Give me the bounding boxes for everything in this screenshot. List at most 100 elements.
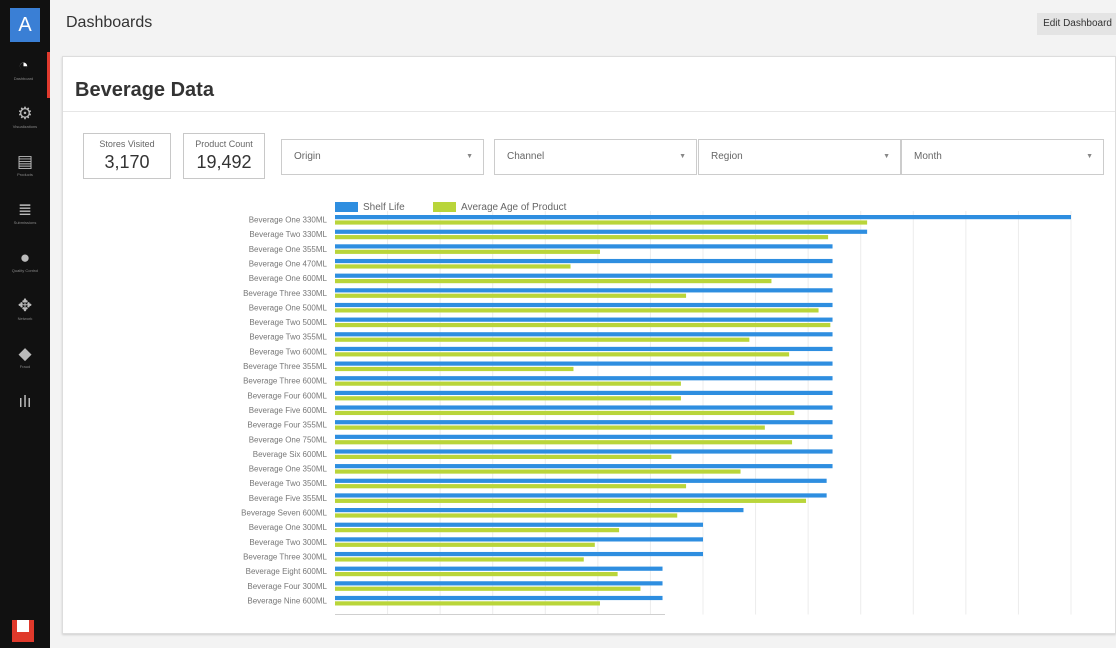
sidebar-item-quality-control[interactable]: ● Quality Control [0, 244, 50, 290]
bar-shelf-life [335, 434, 833, 439]
bar-shelf-life [335, 478, 827, 483]
quality-control-icon: ● [19, 248, 31, 267]
sidebar-item-bar-chart[interactable]: ılı [0, 388, 50, 434]
bar-average-age [335, 557, 584, 562]
sidebar-item-visualization[interactable]: ⚙ Visualizations [0, 100, 50, 146]
products-icon: ▤ [16, 152, 34, 171]
network-icon: ✥ [17, 296, 33, 315]
page-title: Dashboards [66, 14, 153, 31]
fraud-icon: ◆ [18, 344, 32, 363]
bar-shelf-life [335, 273, 833, 278]
submissions-icon: ≣ [17, 200, 33, 219]
category-label: Beverage Three 300ML [243, 552, 327, 561]
bar-shelf-life [335, 244, 833, 249]
bar-average-age [335, 425, 765, 430]
bar-shelf-life [335, 493, 827, 498]
category-label: Beverage One 500ML [249, 303, 328, 312]
bar-average-age [335, 542, 595, 547]
sidebar-item-products[interactable]: ▤ Products [0, 148, 50, 194]
brand-logo [12, 620, 34, 642]
bar-shelf-life [335, 537, 703, 542]
bar-shelf-life [335, 376, 833, 381]
sidebar-item-submissions[interactable]: ≣ Submissions [0, 196, 50, 242]
bar-shelf-life [335, 420, 833, 425]
category-label: Beverage Three 600ML [243, 377, 327, 386]
bar-chart-icon: ılı [18, 392, 32, 411]
category-label: Beverage Two 355ML [249, 333, 327, 342]
sidebar-item-fraud[interactable]: ◆ Fraud [0, 340, 50, 386]
bar-average-age [335, 264, 571, 269]
bar-average-age [335, 279, 772, 284]
bar-average-age [335, 396, 681, 401]
category-label: Beverage Three 330ML [243, 289, 327, 298]
app-logo[interactable]: A [10, 8, 40, 42]
sidebar-item-label: Network [17, 316, 33, 321]
bar-average-age [335, 293, 687, 298]
bar-shelf-life [335, 464, 833, 469]
bar-average-age [335, 220, 868, 225]
bar-shelf-life [335, 390, 833, 395]
legend-swatch [433, 202, 456, 212]
category-label: Beverage Two 600ML [249, 347, 327, 356]
edit-dashboard-button[interactable]: Edit Dashboard [1037, 13, 1116, 35]
sidebar-item-label: Fraud [19, 364, 31, 369]
legend-swatch [335, 202, 358, 212]
bar-shelf-life [335, 551, 703, 557]
legend-label: Shelf Life [363, 202, 405, 213]
bar-average-age [335, 352, 790, 357]
bar-average-age [335, 381, 681, 386]
sidebar-item-label: Visualizations [12, 124, 38, 129]
bar-shelf-life [335, 405, 833, 410]
bar-average-age [335, 528, 620, 533]
bar-average-age [335, 249, 600, 254]
category-label: Beverage Four 600ML [247, 391, 327, 400]
bar-average-age [335, 322, 831, 328]
bar-shelf-life [335, 508, 744, 513]
category-label: Beverage Five 600ML [249, 406, 328, 415]
sidebar-item-gauge[interactable]: ◔ Dashboard [0, 52, 50, 98]
bar-average-age [335, 498, 807, 503]
bar-average-age [335, 484, 687, 489]
gauge-icon: ◔ [18, 56, 29, 75]
category-label: Beverage Two 500ML [249, 318, 327, 327]
category-label: Beverage Five 355ML [249, 494, 328, 503]
sidebar-item-label: Submissions [13, 220, 37, 225]
category-label: Beverage One 750ML [249, 435, 328, 444]
category-label: Beverage Eight 600ML [246, 567, 328, 576]
bar-shelf-life [335, 566, 663, 571]
sidebar-item-label: Quality Control [11, 268, 39, 273]
bar-shelf-life [335, 449, 833, 454]
bar-shelf-life [335, 317, 833, 322]
top-bar: Dashboards Edit Dashboard [50, 0, 1116, 44]
bar-shelf-life [335, 258, 833, 264]
bar-shelf-life [335, 361, 833, 366]
bar-average-age [335, 586, 641, 591]
sidebar-item-label: Dashboard [13, 76, 34, 81]
legend-label: Average Age of Product [461, 202, 567, 213]
bar-shelf-life [335, 595, 663, 601]
bar-shelf-life [335, 288, 833, 293]
bar-average-age [335, 440, 793, 445]
bar-average-age [335, 410, 795, 416]
category-label: Beverage One 300ML [249, 523, 328, 532]
visualization-icon: ⚙ [17, 104, 33, 123]
bar-shelf-life [335, 581, 663, 586]
sidebar-item-label: Products [17, 172, 33, 177]
bar-chart: Shelf Life Average Age of Product Beverage… [241, 202, 1072, 616]
bar-shelf-life [335, 522, 703, 527]
category-label: Beverage Four 355ML [247, 421, 327, 430]
bar-shelf-life [335, 332, 833, 337]
sidebar-item-network[interactable]: ✥ Network [0, 292, 50, 338]
bar-average-age [335, 337, 750, 342]
category-label: Beverage One 330ML [249, 216, 328, 225]
bar-average-age [335, 366, 574, 372]
category-label: Beverage Six 600ML [253, 450, 328, 459]
category-label: Beverage One 350ML [249, 465, 328, 474]
dashboard-panel: Beverage Data Stores Visited 3,170 Produ… [62, 56, 1116, 634]
bar-average-age [335, 454, 672, 459]
sidebar: A ◔ Dashboard ⚙ Visualizations ▤ Products ≣ Sub… [0, 0, 50, 648]
bar-shelf-life [335, 346, 833, 352]
bar-average-age [335, 308, 819, 313]
bar-average-age [335, 235, 829, 240]
category-label: Beverage Two 300ML [249, 538, 327, 547]
